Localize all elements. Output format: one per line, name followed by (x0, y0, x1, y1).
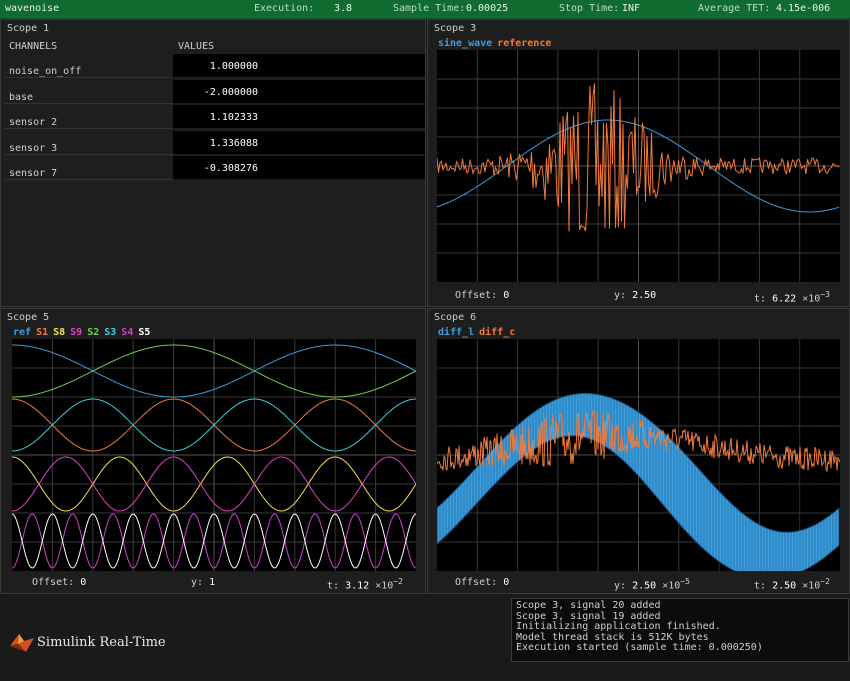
channel-value: 1.102333 (209, 112, 258, 123)
console-line: Scope 3, signal 20 added (516, 600, 661, 611)
scope-6-panel: Scope 6 diff_l diff_c Offset: 0 y: 2.50 ×… (427, 308, 850, 594)
scope-5-legend: ref S1 S8 S9 S2 S3 S4 S5 (13, 327, 155, 338)
scope-5-t-readout: t: 3.12 ×10−2 (327, 577, 403, 592)
scope-5-plot (12, 339, 416, 571)
channel-name: sensor 7 (9, 168, 58, 179)
tet-value: 4.15e-006 (776, 3, 831, 14)
stop-time-value: INF (622, 3, 641, 14)
status-bar: wavenoise Execution: 3.8 Sample Time: 0.… (0, 0, 850, 19)
scope-3-t-readout: t: 6.22 ×10−3 (754, 290, 830, 305)
channel-value: -2.000000 (203, 86, 258, 98)
scope-5-title: Scope 5 (7, 312, 50, 323)
console-line: Initializing application finished. (516, 621, 721, 632)
scope-5-signal-chart (12, 339, 416, 571)
scope-6-signal-chart (437, 339, 840, 571)
legend-item: S2 (87, 327, 100, 338)
console-line: Execution started (sample time: 0.000250… (516, 642, 763, 653)
legend-item: sine_wave (438, 38, 493, 49)
message-console: Scope 3, signal 20 added Scope 3, signal … (511, 598, 849, 662)
channel-value-cell: -2.000000 (173, 79, 425, 103)
legend-item: S3 (104, 327, 117, 338)
scope-3-offset-readout: Offset: 0 (455, 290, 510, 301)
sample-time-label: Sample Time: (393, 3, 466, 14)
scope-3-signal-chart (437, 50, 840, 282)
legend-item: S5 (138, 327, 151, 338)
scope-1-panel: Scope 1 CHANNELS VALUES noise_on_off 1.00… (0, 19, 426, 307)
channel-name: sensor 3 (9, 142, 58, 154)
scope-6-plot (437, 339, 840, 571)
legend-item: S1 (36, 327, 49, 338)
simulink-logo-icon (10, 634, 34, 652)
channel-value-cell: 1.000000 (173, 54, 425, 77)
scope-6-offset-readout: Offset: 0 (455, 577, 510, 588)
brand-name: Simulink Real-Time (37, 635, 166, 650)
scope-3-title: Scope 3 (434, 23, 477, 34)
row-divider (5, 153, 173, 155)
legend-item: diff_l (438, 327, 475, 338)
scope-6-t-readout: t: 2.50 ×10−2 (754, 577, 830, 592)
app-name: wavenoise (5, 3, 60, 14)
channel-value-cell: 1.336088 (173, 130, 425, 154)
row-divider (5, 102, 173, 104)
values-header: VALUES (178, 41, 215, 52)
execution-label: Execution: (254, 3, 315, 14)
legend-item: S9 (70, 327, 83, 338)
channels-header: CHANNELS (9, 41, 58, 52)
channel-name: noise_on_off (9, 66, 82, 77)
scope-6-title: Scope 6 (434, 312, 477, 323)
scope-6-legend: diff_l diff_c (438, 327, 520, 338)
scope-3-panel: Scope 3 sine_wave reference Offset: 0 y: … (427, 19, 850, 307)
scope-3-y-readout: y: 2.50 (614, 290, 657, 301)
scope-5-offset-readout: Offset: 0 (32, 577, 87, 588)
legend-item: diff_c (479, 327, 516, 338)
channel-name: base (9, 91, 34, 103)
tet-label: Average TET: (698, 3, 771, 14)
execution-value: 3.8 (334, 3, 353, 14)
legend-item: reference (497, 38, 552, 49)
scope-6-y-readout: y: 2.50 ×10−5 (614, 577, 690, 592)
row-divider (5, 179, 173, 180)
stop-time-label: Stop Time: (559, 3, 620, 14)
scope-5-panel: Scope 5 ref S1 S8 S9 S2 S3 S4 S5 Offset: 0 y: 1… (0, 308, 426, 594)
row-divider (5, 77, 173, 78)
channel-value-cell: -0.308276 (173, 156, 425, 179)
scope-1-title: Scope 1 (7, 23, 50, 34)
scope-3-plot (437, 50, 840, 282)
legend-item: ref (13, 327, 32, 338)
sample-time-value: 0.00025 (466, 3, 509, 14)
channel-value: 1.000000 (209, 61, 258, 72)
scope-3-legend: sine_wave reference (438, 38, 556, 49)
channel-value: 1.336088 (209, 137, 258, 149)
legend-item: S4 (121, 327, 134, 338)
channel-name: sensor 2 (9, 117, 58, 128)
scope-5-y-readout: y: 1 (191, 577, 216, 588)
row-divider (5, 128, 173, 129)
bottom-strip (0, 662, 850, 681)
channel-value-cell: 1.102333 (173, 105, 425, 128)
channel-value: -0.308276 (203, 163, 258, 174)
legend-item: S8 (53, 327, 66, 338)
